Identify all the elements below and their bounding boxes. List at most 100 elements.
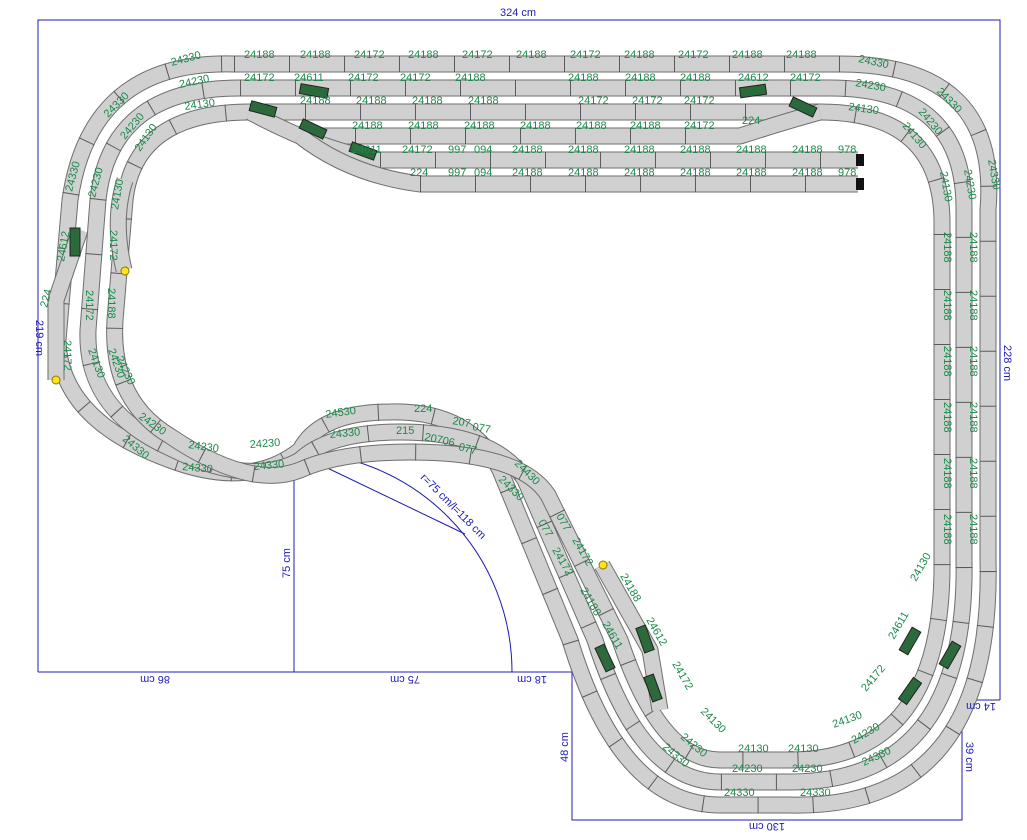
track-label: 24188 bbox=[624, 49, 655, 61]
dim-left: 219 cm bbox=[33, 320, 45, 356]
track-label: 24172 bbox=[402, 144, 433, 156]
track-label: 24172 bbox=[400, 72, 431, 84]
track-label: 24188 bbox=[680, 167, 711, 179]
track-label: 24172 bbox=[107, 230, 119, 261]
track-label: 224 bbox=[742, 115, 760, 127]
track-label: 24172 bbox=[83, 290, 95, 321]
dim-right-step: 14 cm bbox=[966, 700, 996, 712]
track-label: 24188 bbox=[568, 72, 599, 84]
track-label: 24188 bbox=[732, 49, 763, 61]
track-label: 24188 bbox=[792, 167, 823, 179]
track-label: 24130 bbox=[698, 706, 728, 736]
track-label: 094 bbox=[474, 167, 492, 179]
track-label: 24188 bbox=[352, 120, 383, 132]
track-label: 24188 bbox=[792, 144, 823, 156]
buffer-stop bbox=[856, 178, 864, 190]
track-label: 24188 bbox=[516, 49, 547, 61]
track-label: 978 bbox=[838, 167, 856, 179]
track-label: 24188 bbox=[941, 232, 953, 263]
track-label: 094 bbox=[474, 144, 492, 156]
dim-bottom: 130 cm bbox=[749, 820, 785, 832]
track-label: 24172 bbox=[578, 95, 609, 107]
dim-right-lower: 39 cm bbox=[963, 742, 975, 772]
track-label: 24188 bbox=[512, 167, 543, 179]
track-label: 224 bbox=[410, 167, 428, 179]
track-label: 24188 bbox=[464, 120, 495, 132]
track-label: 24188 bbox=[300, 49, 331, 61]
track-label: 24130 bbox=[738, 743, 769, 755]
track-label: 24188 bbox=[736, 167, 767, 179]
track-label: 24188 bbox=[680, 144, 711, 156]
track-label: 24188 bbox=[105, 288, 117, 319]
track-label: 24188 bbox=[630, 120, 661, 132]
dim-radius-offset: 18 cm bbox=[517, 673, 547, 685]
track-label: 24188 bbox=[941, 458, 953, 489]
track-label: 24188 bbox=[512, 144, 543, 156]
dim-left-bottom: 86 cm bbox=[140, 673, 170, 685]
track-label: 24188 bbox=[967, 458, 979, 489]
dim-inner-height: 75 cm bbox=[281, 548, 293, 578]
track-label: 24188 bbox=[520, 120, 551, 132]
track-label: 24172 bbox=[632, 95, 663, 107]
track-label: 24130 bbox=[908, 551, 934, 583]
track-label: 997 bbox=[448, 144, 466, 156]
track-label: 24188 bbox=[568, 144, 599, 156]
track-label: 24230 bbox=[249, 437, 280, 451]
track-label: 24188 bbox=[967, 290, 979, 321]
track-label: 24188 bbox=[941, 402, 953, 433]
track-label: 24172 bbox=[790, 72, 821, 84]
track-label: 24172 bbox=[684, 95, 715, 107]
track-label: 24188 bbox=[408, 120, 439, 132]
track-label: 24130 bbox=[788, 743, 819, 755]
track-label: 24188 bbox=[941, 514, 953, 545]
track-label: 24188 bbox=[967, 346, 979, 377]
track-label: 24172 bbox=[669, 660, 695, 692]
track-label: 997 bbox=[448, 167, 466, 179]
track-label: 24188 bbox=[624, 144, 655, 156]
track-end-marker bbox=[51, 375, 61, 385]
track-label: 24188 bbox=[680, 72, 711, 84]
dim-top: 324 cm bbox=[500, 7, 536, 19]
track-label: 215 bbox=[396, 425, 414, 437]
track-label: 24188 bbox=[624, 167, 655, 179]
track-label: 24188 bbox=[356, 95, 387, 107]
track-label: 24188 bbox=[967, 402, 979, 433]
track-label: 24188 bbox=[625, 72, 656, 84]
track-label: 24130 bbox=[831, 709, 864, 731]
track-label: 24611 bbox=[294, 72, 324, 84]
track-label: 24188 bbox=[941, 290, 953, 321]
track-label: 224 bbox=[414, 403, 432, 415]
buffer-stop bbox=[856, 154, 864, 166]
dim-right-upper: 228 cm bbox=[1001, 345, 1013, 381]
track-end-marker bbox=[120, 266, 130, 276]
track-label: 24188 bbox=[468, 95, 499, 107]
track-label: 24188 bbox=[736, 144, 767, 156]
track-label: 24330 bbox=[724, 787, 755, 799]
track-label: 24188 bbox=[967, 514, 979, 545]
track-label: 24188 bbox=[408, 49, 439, 61]
dim-radius-bottom: 75 cm bbox=[390, 673, 420, 685]
track-label: 24188 bbox=[786, 49, 817, 61]
track-label: 24612 bbox=[738, 72, 769, 84]
track-label: 24230 bbox=[732, 763, 763, 775]
track-label: 978 bbox=[838, 144, 856, 156]
track-label: 24188 bbox=[568, 167, 599, 179]
track-label: 24188 bbox=[941, 346, 953, 377]
track-label: 24188 bbox=[455, 72, 486, 84]
track-inner-loop bbox=[106, 103, 951, 769]
dim-lower-left: 48 cm bbox=[559, 732, 571, 762]
track-label: 24172 bbox=[354, 49, 385, 61]
track-label: 24172 bbox=[462, 49, 493, 61]
track-label: 24172 bbox=[61, 340, 73, 371]
dim-radius-note: r=75 cm/l=118 cm bbox=[418, 472, 488, 542]
track-plan: 324 cm 228 cm 219 cm 86 cm 75 cm 18 cm 7… bbox=[33, 7, 1013, 832]
track-label: 24172 bbox=[684, 120, 715, 132]
track-label: 24188 bbox=[244, 49, 275, 61]
track-label: 24172 bbox=[348, 72, 379, 84]
track-end-marker bbox=[598, 560, 608, 570]
track-label: 24188 bbox=[412, 95, 443, 107]
track-label: 24330 bbox=[800, 787, 831, 799]
track-label: 24611 bbox=[352, 144, 382, 156]
track-label: 24230 bbox=[792, 763, 823, 775]
track-label: 24172 bbox=[244, 72, 275, 84]
